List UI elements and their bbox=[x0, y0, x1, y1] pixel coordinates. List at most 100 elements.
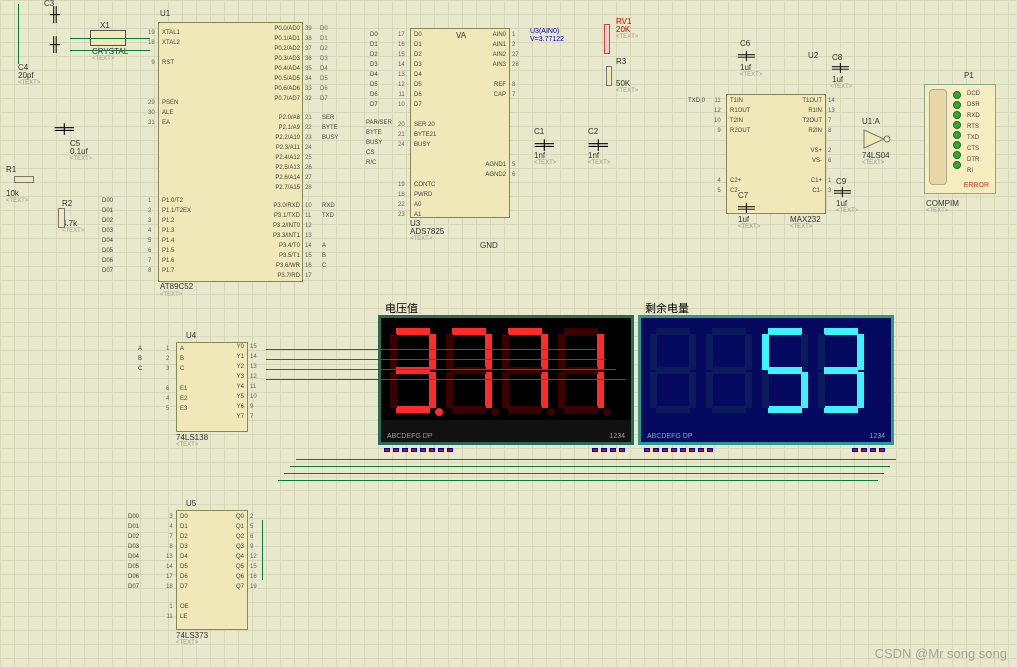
pin-label: D1 bbox=[320, 36, 328, 45]
p1-error: ERROR bbox=[964, 182, 989, 189]
cap-c7[interactable]: ╫ bbox=[739, 203, 755, 213]
p1-ref: P1 bbox=[964, 72, 974, 81]
pin-label: 13 bbox=[250, 364, 257, 373]
u4-text: <TEXT> bbox=[176, 442, 198, 449]
pin-label: C1- bbox=[790, 188, 822, 197]
pin-label: 2 bbox=[250, 514, 257, 523]
pin-label bbox=[398, 172, 405, 181]
pin-label bbox=[322, 155, 338, 164]
pin-label: 12 bbox=[714, 108, 721, 117]
pin-label: C bbox=[138, 366, 142, 375]
display-battery[interactable]: 剩余电量 ABCDEFG DP 1234 bbox=[638, 315, 894, 445]
battery-footer-r: 1234 bbox=[869, 433, 885, 440]
pin-label: 30 bbox=[148, 110, 155, 119]
pin-label: D07 bbox=[128, 584, 139, 593]
pin-label: P1.3 bbox=[162, 228, 191, 237]
pin-label: 18 bbox=[166, 584, 173, 593]
res-r1[interactable] bbox=[14, 176, 34, 183]
u1a-ref: U1:A bbox=[862, 118, 880, 127]
cap-c8[interactable]: ╫ bbox=[833, 63, 849, 73]
pin-label: D5 bbox=[370, 82, 378, 91]
cap-c4[interactable]: ╫ bbox=[50, 36, 60, 52]
pin-label: 3 bbox=[828, 188, 835, 197]
pin-label: 11 bbox=[398, 92, 405, 101]
pin-label: 14 bbox=[166, 564, 173, 573]
pin-label bbox=[476, 102, 506, 111]
pin-label bbox=[148, 80, 155, 89]
pin-label: P3.4/T0 bbox=[256, 243, 300, 252]
serial-pin-label: DSR bbox=[967, 102, 980, 113]
r3-ref: R3 bbox=[616, 58, 626, 67]
pin-label: 12 bbox=[398, 82, 405, 91]
pin-label: B bbox=[322, 253, 335, 262]
pin-label: 33 bbox=[305, 86, 312, 95]
pin-label: 10 bbox=[250, 394, 257, 403]
display-voltage[interactable]: 电压值 ABCDEFG DP 1234 bbox=[378, 315, 634, 445]
res-r3[interactable] bbox=[606, 66, 612, 86]
wire bbox=[266, 349, 596, 350]
res-r2[interactable] bbox=[58, 208, 65, 228]
pin-label: 13 bbox=[828, 108, 835, 117]
pin-label: E1 bbox=[180, 386, 187, 395]
cap-c9[interactable]: ╫ bbox=[835, 187, 851, 197]
pin-label bbox=[370, 162, 378, 171]
pin-label bbox=[180, 594, 189, 603]
pin-label: Q7 bbox=[230, 584, 244, 593]
p1-text: <TEXT> bbox=[926, 208, 948, 215]
pin-label: 16 bbox=[250, 574, 257, 583]
pin-label: P2.6/A14 bbox=[258, 175, 300, 184]
pin-label bbox=[730, 168, 750, 177]
cap-c2[interactable]: ╫ bbox=[589, 139, 607, 150]
display-battery-title: 剩余电量 bbox=[645, 300, 689, 316]
serial-pin-label: RTS bbox=[967, 124, 980, 135]
pin-label: P2.5/A13 bbox=[258, 165, 300, 174]
pin-label: A bbox=[138, 346, 142, 355]
serial-p1[interactable]: DCDDSRRXDRTSTXDCTSDTRRI ERROR bbox=[924, 84, 996, 194]
pin-label: D07 bbox=[102, 268, 113, 277]
pin-label: 34 bbox=[305, 76, 312, 85]
pin-label: 7 bbox=[166, 534, 173, 543]
pin-label: 15 bbox=[250, 344, 257, 353]
pin-label: P0.3/AD3 bbox=[258, 56, 300, 65]
pin-label bbox=[714, 168, 721, 177]
pin-label: 2 bbox=[828, 148, 835, 157]
cap-c5[interactable]: ╫ bbox=[55, 123, 73, 134]
pin-label: A1 bbox=[414, 212, 436, 221]
display-voltage-title: 电压值 bbox=[385, 300, 418, 316]
pin-label: 2 bbox=[512, 42, 519, 51]
pin-label: Y0 bbox=[232, 344, 244, 353]
cap-c6[interactable]: ╫ bbox=[739, 51, 755, 61]
pin-label bbox=[790, 168, 822, 177]
pin-label bbox=[714, 158, 721, 167]
pin-label: P3.0/RXD bbox=[256, 203, 300, 212]
pin-label bbox=[414, 162, 436, 171]
pin-label: 10 bbox=[398, 102, 405, 111]
pin-label: A bbox=[180, 346, 187, 355]
pin-label bbox=[476, 152, 506, 161]
pin-label: Q2 bbox=[230, 534, 244, 543]
pin-label bbox=[398, 152, 405, 161]
pin-label bbox=[322, 175, 338, 184]
cap-c1[interactable]: ╫ bbox=[535, 139, 553, 150]
pin-label: 15 bbox=[305, 253, 312, 262]
pin-label: 6 bbox=[828, 158, 835, 167]
pot-rv1[interactable] bbox=[604, 24, 610, 54]
pin-label: D00 bbox=[102, 198, 113, 207]
r2-text: <TEXT> bbox=[62, 228, 84, 235]
serial-pin-label: TXD bbox=[967, 135, 980, 146]
inverter-u1a[interactable] bbox=[862, 128, 892, 152]
pin-label: PSEN bbox=[162, 100, 180, 109]
seven-seg-digit bbox=[387, 326, 439, 416]
cap-c3[interactable]: ╫ bbox=[50, 6, 60, 22]
pin-label: 13 bbox=[166, 554, 173, 563]
pin-label: 13 bbox=[305, 233, 312, 242]
wire bbox=[266, 379, 626, 380]
c9-ref: C9 bbox=[836, 178, 846, 187]
pin-label: PWRD bbox=[414, 192, 436, 201]
serial-led bbox=[953, 141, 961, 149]
u2-ref: U2 bbox=[808, 52, 818, 61]
pin-label: P2.7/A15 bbox=[258, 185, 300, 194]
pin-label: C2+ bbox=[730, 178, 750, 187]
pin-label bbox=[476, 132, 506, 141]
pin-label: D7 bbox=[370, 102, 378, 111]
